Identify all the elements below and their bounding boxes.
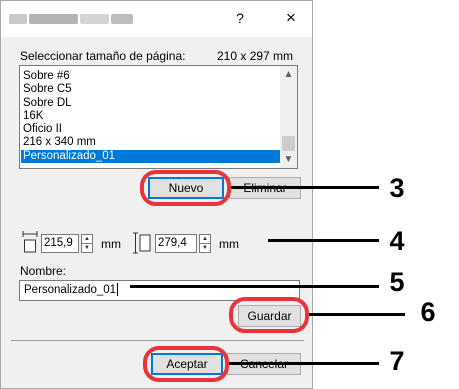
scroll-thumb[interactable] xyxy=(282,136,295,151)
highlight-nuevo xyxy=(140,170,231,206)
leader-line-4 xyxy=(268,239,379,242)
separator xyxy=(11,340,304,341)
close-button[interactable]: × xyxy=(282,8,300,28)
leader-line-5 xyxy=(130,285,379,288)
list-item[interactable]: 16K xyxy=(21,110,281,123)
title-bar: ? × xyxy=(1,1,312,37)
highlight-aceptar xyxy=(143,346,229,382)
height-spinner[interactable]: ▲ ▼ xyxy=(199,234,211,253)
list-scrollbar[interactable]: ▲ ▼ xyxy=(280,66,297,168)
height-dimension-icon xyxy=(133,232,151,254)
redacted-title xyxy=(9,14,134,24)
height-unit-label: mm xyxy=(219,237,239,251)
step-number-4: 4 xyxy=(389,226,405,256)
list-item[interactable]: Personalizado_01 xyxy=(21,149,281,164)
width-dimension-icon xyxy=(22,231,38,253)
step-number-6: 6 xyxy=(420,297,436,327)
leader-line-3 xyxy=(231,186,379,189)
width-spin-down-icon[interactable]: ▼ xyxy=(82,244,92,253)
width-unit-label: mm xyxy=(101,237,121,251)
text-caret xyxy=(117,283,119,297)
width-spinner[interactable]: ▲ ▼ xyxy=(81,234,93,253)
list-item[interactable]: Sobre C5 xyxy=(21,83,281,96)
highlight-guardar xyxy=(229,297,309,333)
leader-line-6 xyxy=(309,313,405,316)
name-label: Nombre: xyxy=(20,264,67,278)
height-spin-down-icon[interactable]: ▼ xyxy=(200,244,210,253)
width-input[interactable]: 215,9 xyxy=(41,234,79,253)
page-size-list-items: Sobre #6 Sobre C5 Sobre DL 16K Oficio II 216 … xyxy=(21,70,281,164)
page-size-label: Seleccionar tamaño de página: xyxy=(20,49,186,63)
help-button[interactable]: ? xyxy=(232,10,248,26)
page-size-readout: 210 x 297 mm xyxy=(217,49,294,63)
scroll-up-arrow-icon[interactable]: ▲ xyxy=(280,66,297,83)
name-input-value: Personalizado_01 xyxy=(24,284,117,296)
list-item[interactable]: Oficio II xyxy=(21,123,281,136)
scroll-down-arrow-icon[interactable]: ▼ xyxy=(280,151,297,168)
list-item[interactable]: 216 x 340 mm xyxy=(21,136,281,149)
list-item[interactable]: Sobre #6 xyxy=(21,70,281,83)
list-item[interactable]: Sobre DL xyxy=(21,97,281,110)
leader-line-7 xyxy=(229,362,379,365)
width-spin-up-icon[interactable]: ▲ xyxy=(82,235,92,244)
step-number-7: 7 xyxy=(389,346,405,376)
height-input[interactable]: 279,4 xyxy=(155,234,197,253)
page-size-list[interactable]: Sobre #6 Sobre C5 Sobre DL 16K Oficio II 216 … xyxy=(19,65,298,169)
step-number-5: 5 xyxy=(389,267,405,297)
height-spin-up-icon[interactable]: ▲ xyxy=(200,235,210,244)
step-number-3: 3 xyxy=(389,173,405,203)
